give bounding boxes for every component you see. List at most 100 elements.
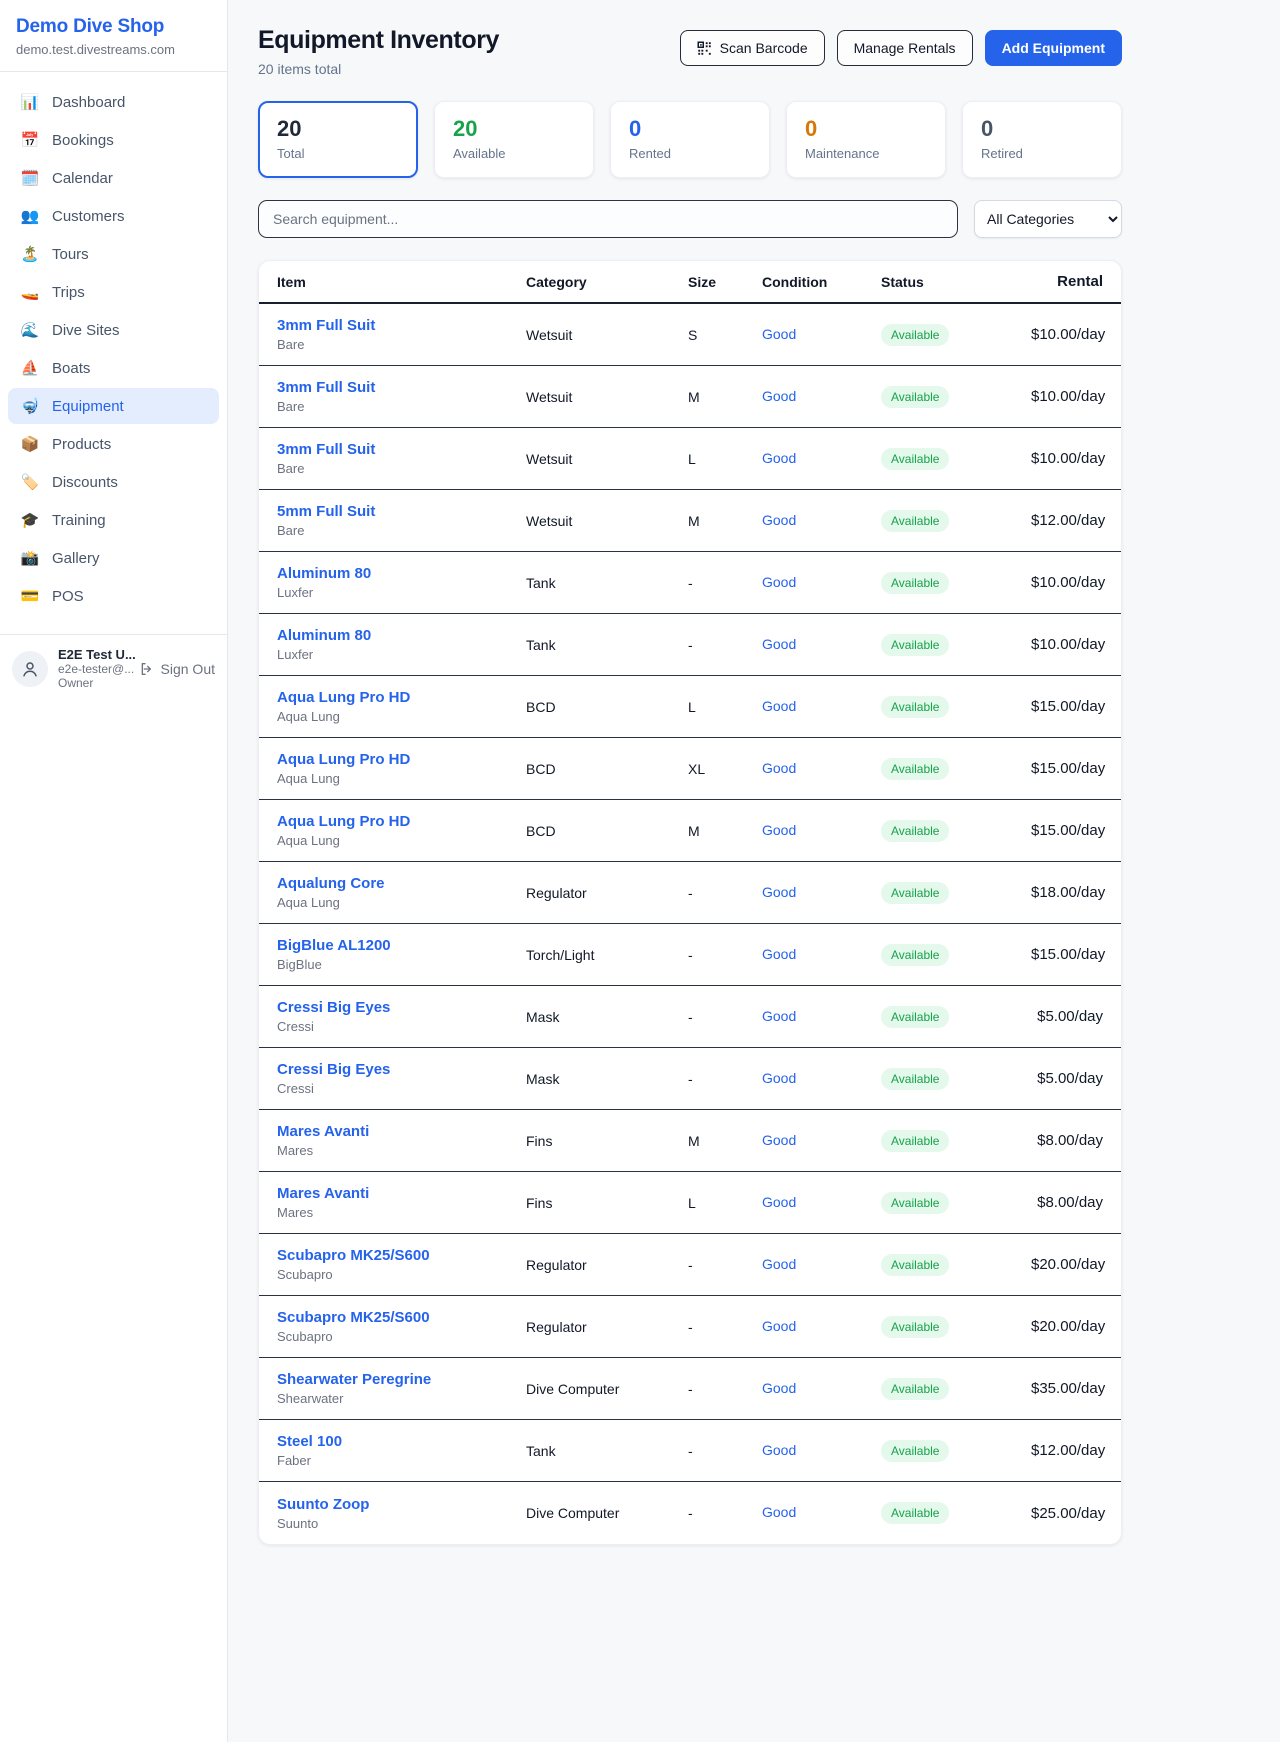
condition-link[interactable]: Good xyxy=(762,1194,796,1210)
status-cell: Available xyxy=(881,758,1031,780)
condition-link[interactable]: Good xyxy=(762,574,796,590)
size-cell: M xyxy=(688,389,762,405)
sidebar-item-training[interactable]: 🎓 Training xyxy=(8,502,219,538)
item-name-link[interactable]: Cressi Big Eyes xyxy=(277,999,526,1016)
condition-link[interactable]: Good xyxy=(762,822,796,838)
status-cell: Available xyxy=(881,1254,1031,1276)
manage-rentals-button[interactable]: Manage Rentals xyxy=(837,30,973,66)
stat-card-available[interactable]: 20 Available xyxy=(434,101,594,178)
category-select[interactable]: All Categories xyxy=(974,200,1122,238)
status-badge: Available xyxy=(881,944,949,966)
condition-link[interactable]: Good xyxy=(762,1008,796,1024)
size-cell: - xyxy=(688,637,762,653)
sidebar-item-calendar[interactable]: 🗓️ Calendar xyxy=(8,160,219,196)
sidebar-item-tours[interactable]: 🏝️ Tours xyxy=(8,236,219,272)
condition-link[interactable]: Good xyxy=(762,512,796,528)
sidebar-item-customers[interactable]: 👥 Customers xyxy=(8,198,219,234)
table-row: 3mm Full Suit Bare Wetsuit S Good Availa… xyxy=(259,304,1121,366)
item-name-link[interactable]: Shearwater Peregrine xyxy=(277,1371,526,1388)
main-content: Equipment Inventory 20 items total Scan … xyxy=(228,0,1122,1545)
item-name-link[interactable]: Scubapro MK25/S600 xyxy=(277,1247,526,1264)
status-cell: Available xyxy=(881,1130,1031,1152)
search-input[interactable] xyxy=(258,200,958,238)
item-brand: Mares xyxy=(277,1205,526,1220)
condition-link[interactable]: Good xyxy=(762,1132,796,1148)
item-name-link[interactable]: 3mm Full Suit xyxy=(277,441,526,458)
item-name-link[interactable]: Aqua Lung Pro HD xyxy=(277,813,526,830)
item-name-link[interactable]: 3mm Full Suit xyxy=(277,317,526,334)
item-name-link[interactable]: Aqua Lung Pro HD xyxy=(277,751,526,768)
stat-label: Available xyxy=(453,146,575,161)
sidebar-item-discounts[interactable]: 🏷️ Discounts xyxy=(8,464,219,500)
stat-value: 0 xyxy=(629,116,751,142)
sidebar-item-boats[interactable]: ⛵ Boats xyxy=(8,350,219,386)
size-cell: - xyxy=(688,1071,762,1087)
condition-link[interactable]: Good xyxy=(762,760,796,776)
condition-link[interactable]: Good xyxy=(762,698,796,714)
status-badge: Available xyxy=(881,448,949,470)
item-name-link[interactable]: Steel 100 xyxy=(277,1433,526,1450)
sidebar-item-trips[interactable]: 🚤 Trips xyxy=(8,274,219,310)
condition-link[interactable]: Good xyxy=(762,1504,796,1520)
item-name-link[interactable]: 3mm Full Suit xyxy=(277,379,526,396)
sidebar-item-dashboard[interactable]: 📊 Dashboard xyxy=(8,84,219,120)
boats-icon: ⛵ xyxy=(20,359,40,377)
item-name-link[interactable]: Aqualung Core xyxy=(277,875,526,892)
item-name-link[interactable]: Mares Avanti xyxy=(277,1123,526,1140)
condition-link[interactable]: Good xyxy=(762,1442,796,1458)
category-cell: BCD xyxy=(526,761,688,777)
condition-link[interactable]: Good xyxy=(762,1256,796,1272)
condition-link[interactable]: Good xyxy=(762,388,796,404)
sidebar-item-equipment[interactable]: 🤿 Equipment xyxy=(8,388,219,424)
brand-name[interactable]: Demo Dive Shop xyxy=(16,16,211,38)
item-brand: Faber xyxy=(277,1453,526,1468)
sidebar-item-dive-sites[interactable]: 🌊 Dive Sites xyxy=(8,312,219,348)
item-name-link[interactable]: Mares Avanti xyxy=(277,1185,526,1202)
condition-link[interactable]: Good xyxy=(762,884,796,900)
condition-link[interactable]: Good xyxy=(762,326,796,342)
sidebar-item-label: Training xyxy=(52,512,106,529)
rental-cell: $25.00/day xyxy=(1031,1505,1105,1522)
sidebar-item-products[interactable]: 📦 Products xyxy=(8,426,219,462)
status-badge: Available xyxy=(881,634,949,656)
item-name-link[interactable]: Suunto Zoop xyxy=(277,1496,526,1513)
sidebar-item-bookings[interactable]: 📅 Bookings xyxy=(8,122,219,158)
size-cell: - xyxy=(688,947,762,963)
condition-link[interactable]: Good xyxy=(762,1380,796,1396)
add-equipment-button[interactable]: Add Equipment xyxy=(985,30,1122,66)
condition-link[interactable]: Good xyxy=(762,636,796,652)
size-cell: XL xyxy=(688,761,762,777)
sidebar-item-label: Tours xyxy=(52,246,89,263)
size-cell: - xyxy=(688,1381,762,1397)
size-cell: - xyxy=(688,1009,762,1025)
item-name-link[interactable]: BigBlue AL1200 xyxy=(277,937,526,954)
scan-barcode-button[interactable]: Scan Barcode xyxy=(680,30,825,66)
item-brand: Mares xyxy=(277,1143,526,1158)
table-row: Aqua Lung Pro HD Aqua Lung BCD L Good Av… xyxy=(259,676,1121,738)
condition-link[interactable]: Good xyxy=(762,1070,796,1086)
condition-link[interactable]: Good xyxy=(762,450,796,466)
item-name-link[interactable]: 5mm Full Suit xyxy=(277,503,526,520)
item-name-link[interactable]: Aluminum 80 xyxy=(277,627,526,644)
user-icon xyxy=(21,660,39,678)
stat-label: Total xyxy=(277,146,399,161)
sidebar-item-gallery[interactable]: 📸 Gallery xyxy=(8,540,219,576)
stat-card-rented[interactable]: 0 Rented xyxy=(610,101,770,178)
stat-card-maintenance[interactable]: 0 Maintenance xyxy=(786,101,946,178)
condition-cell: Good xyxy=(762,1070,881,1088)
condition-link[interactable]: Good xyxy=(762,946,796,962)
stat-card-total[interactable]: 20 Total xyxy=(258,101,418,178)
sidebar-item-label: Boats xyxy=(52,360,90,377)
table-row: 5mm Full Suit Bare Wetsuit M Good Availa… xyxy=(259,490,1121,552)
sign-out-button[interactable]: Sign Out xyxy=(139,661,215,677)
item-name-link[interactable]: Cressi Big Eyes xyxy=(277,1061,526,1078)
size-cell: L xyxy=(688,451,762,467)
sidebar-item-pos[interactable]: 💳 POS xyxy=(8,578,219,614)
item-name-link[interactable]: Aqua Lung Pro HD xyxy=(277,689,526,706)
item-name-link[interactable]: Aluminum 80 xyxy=(277,565,526,582)
condition-cell: Good xyxy=(762,1132,881,1150)
condition-link[interactable]: Good xyxy=(762,1318,796,1334)
item-name-link[interactable]: Scubapro MK25/S600 xyxy=(277,1309,526,1326)
stat-card-retired[interactable]: 0 Retired xyxy=(962,101,1122,178)
item-brand: Suunto xyxy=(277,1516,526,1531)
